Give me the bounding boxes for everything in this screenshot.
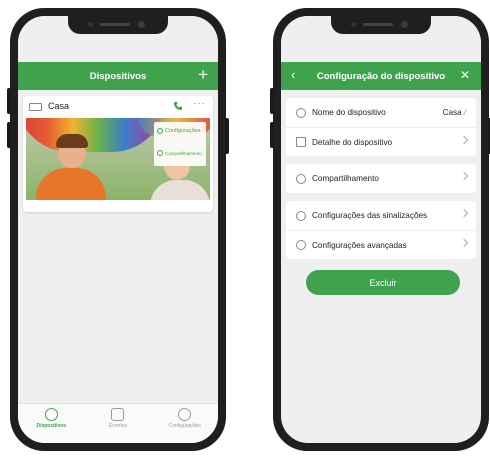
preview-child xyxy=(36,168,106,200)
more-icon[interactable]: ··· xyxy=(193,98,206,109)
notch xyxy=(331,16,431,34)
device-icon xyxy=(44,408,58,421)
row-sinalizacoes[interactable]: Configurações das sinalizações xyxy=(286,201,476,230)
nav-item-configuracoes[interactable]: Configurações xyxy=(155,408,215,429)
page-title: Configuração do dispositivo xyxy=(316,70,446,82)
nav-label: Configurações xyxy=(168,423,201,429)
row-label: Configurações das sinalizações xyxy=(312,211,428,220)
row-label: Nome do dispositivo xyxy=(312,108,386,117)
settings-group: Configurações das sinalizações Configura… xyxy=(286,201,476,259)
volume-button xyxy=(7,122,11,148)
signal-icon xyxy=(296,210,306,221)
device-settings-screen: ‹ Configuração do dispositivo ✕ Nome do … xyxy=(281,16,481,443)
settings-icon xyxy=(296,240,306,250)
chevron-right-icon xyxy=(459,171,469,181)
plus-icon[interactable]: + xyxy=(198,65,208,85)
share-icon xyxy=(157,150,163,156)
nav-item-dispositivos[interactable]: Dispositivos xyxy=(21,408,81,429)
notch xyxy=(68,16,168,34)
nav-label: Dispositivos xyxy=(36,423,67,429)
device-card-header: Casa ··· xyxy=(23,96,213,118)
menu-item-label: Compartilhamento xyxy=(165,150,202,156)
chevron-right-icon xyxy=(459,208,469,218)
back-icon[interactable]: ‹ xyxy=(291,67,295,83)
message-icon xyxy=(111,408,125,421)
menu-item-compartilhamento[interactable]: Compartilhamento xyxy=(157,150,202,156)
device-popup-menu: Configurações Compartilhamento xyxy=(154,122,206,166)
volume-button xyxy=(270,122,274,148)
user-icon xyxy=(296,107,306,118)
camera-preview[interactable]: Configurações Compartilhamento xyxy=(26,118,210,200)
chevron-right-icon xyxy=(459,135,469,145)
volume-button xyxy=(270,88,274,114)
preview-child xyxy=(56,134,88,148)
row-nome-dispositivo[interactable]: Nome do dispositivo Casa xyxy=(286,98,476,127)
page-title: Dispositivos xyxy=(89,70,147,82)
menu-item-configuracoes[interactable]: Configurações xyxy=(157,128,200,134)
phone-icon[interactable] xyxy=(173,101,183,111)
chevron-right-icon xyxy=(459,238,469,248)
bottom-nav: Dispositivos Eventos Configurações xyxy=(18,403,218,443)
power-button xyxy=(225,118,229,154)
gear-icon xyxy=(157,128,163,134)
settings-group: Compartilhamento xyxy=(286,164,476,193)
device-card[interactable]: Casa ··· Configurações Compartilhamento xyxy=(23,96,213,212)
close-icon[interactable]: ✕ xyxy=(460,68,470,82)
row-label: Configurações avançadas xyxy=(312,240,407,250)
left-phone: Dispositivos + Casa ··· Configurações Co… xyxy=(7,8,229,451)
nav-item-eventos[interactable]: Eventos xyxy=(88,408,148,429)
row-detalhe-dispositivo[interactable]: Detalhe do dispositivo xyxy=(286,127,476,156)
delete-button[interactable]: Excluir xyxy=(306,270,460,295)
row-compartilhamento[interactable]: Compartilhamento xyxy=(286,164,476,193)
share-icon xyxy=(296,173,306,184)
row-label: Detalhe do dispositivo xyxy=(312,137,393,147)
preview-child xyxy=(150,180,210,200)
settings-group: Nome do dispositivo Casa Detalhe do disp… xyxy=(286,98,476,156)
devices-screen: Dispositivos + Casa ··· Configurações Co… xyxy=(18,16,218,443)
camera-icon xyxy=(29,103,42,111)
volume-button xyxy=(7,88,11,114)
menu-item-label: Configurações xyxy=(165,128,201,134)
document-icon xyxy=(296,137,306,147)
user-icon xyxy=(178,408,192,421)
nav-label: Eventos xyxy=(108,423,128,429)
row-label: Compartilhamento xyxy=(312,174,379,183)
row-avancadas[interactable]: Configurações avançadas xyxy=(286,230,476,259)
device-name-value: Casa xyxy=(443,108,466,117)
app-header: Dispositivos + xyxy=(18,62,218,90)
device-name: Casa xyxy=(48,101,70,111)
right-phone: ‹ Configuração do dispositivo ✕ Nome do … xyxy=(270,8,490,451)
app-header: ‹ Configuração do dispositivo ✕ xyxy=(281,62,481,90)
